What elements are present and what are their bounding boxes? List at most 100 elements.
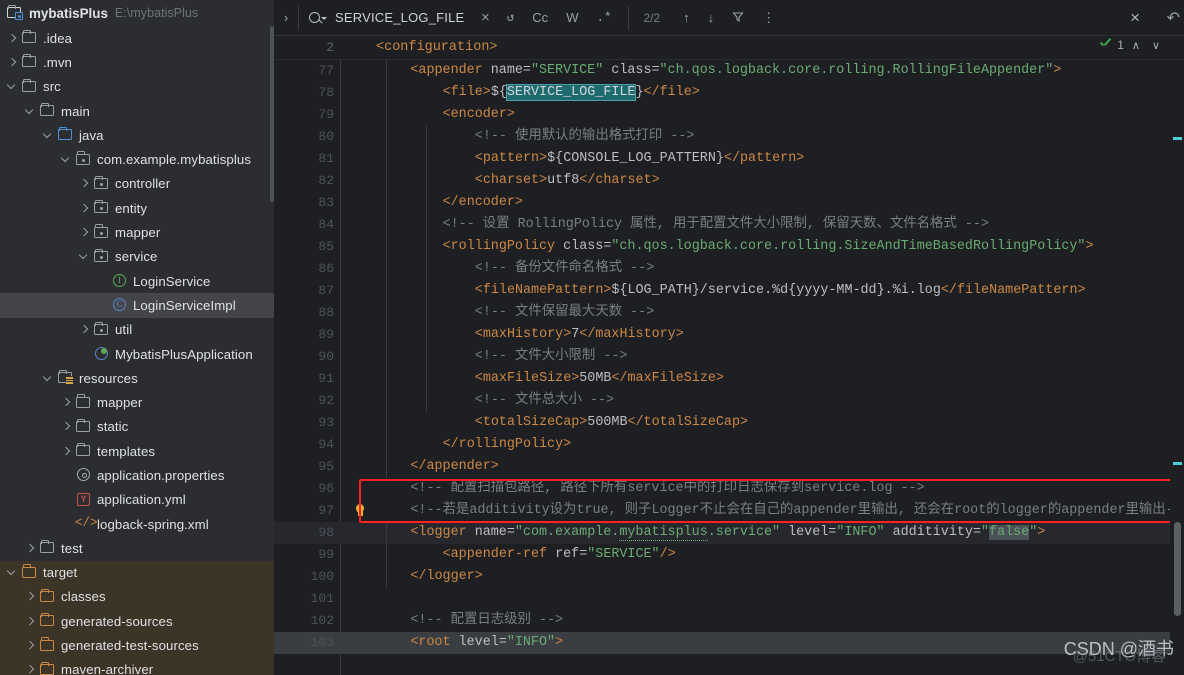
find-next-button[interactable]: ↓ bbox=[699, 0, 724, 36]
code-line[interactable]: 85 <rollingPolicy class="ch.qos.logback.c… bbox=[274, 236, 1184, 258]
code-line[interactable]: 94 </rollingPolicy> bbox=[274, 434, 1184, 456]
editor-scrollbar[interactable] bbox=[1174, 522, 1181, 616]
find-previous-button[interactable]: ↑ bbox=[674, 0, 699, 36]
search-icon[interactable] bbox=[299, 0, 333, 36]
code-line[interactable]: 84 <!-- 设置 RollingPolicy 属性, 用于配置文件大小限制, … bbox=[274, 214, 1184, 236]
chevron-right-icon[interactable] bbox=[60, 420, 73, 433]
code-line[interactable]: 86 <!-- 备份文件命名格式 --> bbox=[274, 258, 1184, 280]
code-line[interactable]: 78 <file>${SERVICE_LOG_FILE}</file> bbox=[274, 82, 1184, 104]
tree-item-templates[interactable]: templates bbox=[0, 439, 274, 463]
find-toolbar[interactable]: › SERVICE_LOG_FILE × ↺ Cc W .* 2/2 ↑ ↓ ⋮… bbox=[274, 0, 1184, 36]
project-tree-list[interactable]: .idea .mvn src main java com.example.mybatisp… bbox=[0, 26, 274, 675]
search-input[interactable]: SERVICE_LOG_FILE bbox=[333, 10, 473, 25]
match-case-toggle[interactable]: Cc bbox=[523, 0, 557, 36]
code-line[interactable]: 102 <!-- 配置日志级别 --> bbox=[274, 610, 1184, 632]
code-line[interactable]: 91 <maxFileSize>50MB</maxFileSize> bbox=[274, 368, 1184, 390]
tree-item-application-yml[interactable]: Yapplication.yml bbox=[0, 488, 274, 512]
chevron-right-icon[interactable] bbox=[24, 590, 37, 603]
tree-item-mapper[interactable]: mapper bbox=[0, 220, 274, 244]
chevron-right-icon[interactable] bbox=[24, 542, 37, 555]
code-line[interactable]: 87 <fileNamePattern>${LOG_PATH}/service.%… bbox=[274, 280, 1184, 302]
regex-loop-icon[interactable]: ↺ bbox=[498, 0, 524, 36]
tree-item-loginserviceimpl[interactable]: C LoginServiceImpl bbox=[0, 293, 274, 318]
tree-item-controller[interactable]: controller bbox=[0, 172, 274, 196]
chevron-right-icon[interactable] bbox=[78, 226, 91, 239]
whole-words-toggle[interactable]: W bbox=[557, 0, 587, 36]
chevron-right-icon[interactable] bbox=[24, 663, 37, 675]
code-line[interactable]: 77 <appender name="SERVICE" class="ch.qos… bbox=[274, 60, 1184, 82]
tree-item--mvn[interactable]: .mvn bbox=[0, 50, 274, 74]
project-root-row[interactable]: mybatisPlus E:\mybatisPlus bbox=[0, 0, 274, 26]
code-line[interactable]: 95 </appender> bbox=[274, 456, 1184, 478]
chevron-right-icon[interactable] bbox=[60, 445, 73, 458]
code-line[interactable]: 103 <root level="INFO"> bbox=[274, 632, 1184, 654]
chevron-down-icon[interactable] bbox=[42, 372, 55, 385]
chevron-right-icon[interactable] bbox=[78, 323, 91, 336]
code-line[interactable]: 93 <totalSizeCap>500MB</totalSizeCap> bbox=[274, 412, 1184, 434]
chevron-right-icon[interactable] bbox=[78, 202, 91, 215]
tree-item-mapper[interactable]: mapper bbox=[0, 390, 274, 414]
clear-search-icon[interactable]: × bbox=[473, 9, 498, 26]
tree-item-service[interactable]: service bbox=[0, 245, 274, 269]
code-line[interactable]: 83 </encoder> bbox=[274, 192, 1184, 214]
code-viewport[interactable]: 77 <appender name="SERVICE" class="ch.qos… bbox=[274, 60, 1184, 675]
close-find-icon[interactable]: × bbox=[1130, 9, 1140, 27]
search-marker[interactable] bbox=[1173, 462, 1182, 465]
chevron-right-icon[interactable] bbox=[78, 177, 91, 190]
code-line[interactable]: 90 <!-- 文件大小限制 --> bbox=[274, 346, 1184, 368]
code-line[interactable]: 92 <!-- 文件总大小 --> bbox=[274, 390, 1184, 412]
filter-icon[interactable] bbox=[723, 0, 753, 36]
code-line[interactable]: 79 <encoder> bbox=[274, 104, 1184, 126]
tree-item-static[interactable]: static bbox=[0, 415, 274, 439]
code-line[interactable]: 80 <!-- 使用默认的输出格式打印 --> bbox=[274, 126, 1184, 148]
chevron-down-icon[interactable] bbox=[6, 80, 19, 93]
chevron-down-icon[interactable] bbox=[6, 566, 19, 579]
tree-item-generated-sources[interactable]: generated-sources bbox=[0, 609, 274, 634]
code-line[interactable]: 81 <pattern>${CONSOLE_LOG_PATTERN}</patte… bbox=[274, 148, 1184, 170]
tree-item-src[interactable]: src bbox=[0, 75, 274, 99]
code-line[interactable]: 100 </logger> bbox=[274, 566, 1184, 588]
tree-item-main[interactable]: main bbox=[0, 99, 274, 123]
code-line[interactable]: 99 <appender-ref ref="SERVICE"/> bbox=[274, 544, 1184, 566]
chevron-down-icon[interactable] bbox=[42, 129, 55, 142]
tree-item-application-properties[interactable]: application.properties bbox=[0, 463, 274, 487]
code-line[interactable]: 82 <charset>utf8</charset> bbox=[274, 170, 1184, 192]
expand-find-icon[interactable]: › bbox=[274, 10, 298, 25]
search-marker[interactable] bbox=[1173, 137, 1182, 140]
marker-bar[interactable] bbox=[1170, 60, 1184, 675]
tree-item-util[interactable]: util bbox=[0, 318, 274, 342]
chevron-right-icon[interactable] bbox=[24, 615, 37, 628]
chevron-right-icon[interactable] bbox=[24, 639, 37, 652]
code-line[interactable]: 101 bbox=[274, 588, 1184, 610]
chevron-down-icon[interactable] bbox=[60, 153, 73, 166]
chevron-down-icon[interactable] bbox=[24, 105, 37, 118]
chevron-right-icon[interactable] bbox=[60, 396, 73, 409]
code-line[interactable]: 98 <logger name="com.example.mybatisplus.… bbox=[274, 522, 1184, 544]
code-line[interactable]: 88 <!-- 文件保留最大天数 --> bbox=[274, 302, 1184, 324]
tree-item-loginservice[interactable]: I LoginService bbox=[0, 269, 274, 293]
tree-item-logback-spring-xml[interactable]: </> logback-spring.xml bbox=[0, 512, 274, 536]
tree-item-resources[interactable]: resources bbox=[0, 366, 274, 390]
tree-item-entity[interactable]: entity bbox=[0, 196, 274, 220]
chevron-down-icon[interactable] bbox=[78, 250, 91, 263]
tree-item-test[interactable]: test bbox=[0, 536, 274, 560]
tree-item-classes[interactable]: classes bbox=[0, 584, 274, 610]
inspection-widget[interactable]: 1 ∧ ∨ bbox=[1098, 38, 1164, 52]
chevron-down-icon[interactable] bbox=[321, 16, 327, 20]
more-options-icon[interactable]: ⋮ bbox=[753, 0, 784, 36]
project-tree-panel[interactable]: mybatisPlus E:\mybatisPlus .idea .mvn src m… bbox=[0, 0, 274, 675]
tree-item-com-example-mybatisplus[interactable]: com.example.mybatisplus bbox=[0, 147, 274, 171]
chevron-right-icon[interactable] bbox=[6, 32, 19, 45]
tree-item-maven-archiver[interactable]: maven-archiver bbox=[0, 657, 274, 675]
inspection-prev-icon[interactable]: ∧ bbox=[1128, 39, 1144, 52]
code-line[interactable]: 89 <maxHistory>7</maxHistory> bbox=[274, 324, 1184, 346]
regex-toggle[interactable]: .* bbox=[587, 0, 620, 36]
chevron-right-icon[interactable] bbox=[6, 56, 19, 69]
tree-item-target[interactable]: target bbox=[0, 560, 274, 585]
tree-item--idea[interactable]: .idea bbox=[0, 26, 274, 50]
tree-item-mybatisplusapplication[interactable]: MybatisPlusApplication bbox=[0, 342, 274, 366]
tree-item-java[interactable]: java bbox=[0, 123, 274, 147]
inspection-next-icon[interactable]: ∨ bbox=[1148, 39, 1164, 52]
undo-icon[interactable]: ↶ bbox=[1167, 8, 1180, 28]
tree-item-generated-test-sources[interactable]: generated-test-sources bbox=[0, 633, 274, 658]
